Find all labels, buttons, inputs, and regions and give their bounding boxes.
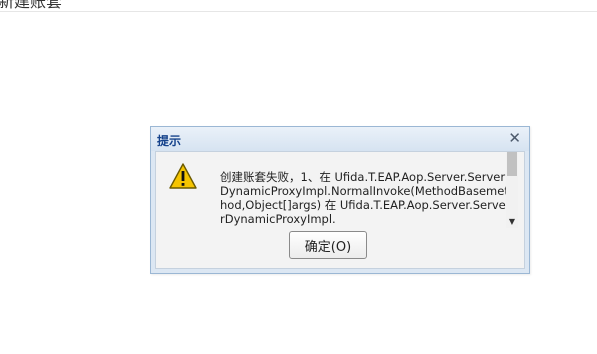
message-scrollbar[interactable]: ▼ — [506, 152, 518, 228]
message-dialog: 提示 ✕ 创建账套失败，1、在 Ufida.T.EAP.Aop.Server.S… — [150, 126, 530, 274]
close-icon[interactable]: ✕ — [508, 129, 521, 147]
message-area[interactable]: 创建账套失败，1、在 Ufida.T.EAP.Aop.Server.Server… — [218, 152, 508, 228]
warning-icon — [169, 163, 197, 189]
scroll-down-icon[interactable]: ▼ — [506, 216, 518, 228]
page-divider — [0, 11, 597, 12]
dialog-titlebar[interactable]: 提示 ✕ — [151, 127, 529, 151]
ok-button[interactable]: 确定(O) — [289, 231, 367, 259]
dialog-title: 提示 — [157, 134, 182, 148]
message-text: 创建账套失败，1、在 Ufida.T.EAP.Aop.Server.Server… — [220, 170, 508, 226]
dialog-body: 创建账套失败，1、在 Ufida.T.EAP.Aop.Server.Server… — [155, 151, 525, 269]
scrollbar-thumb[interactable] — [507, 152, 517, 176]
